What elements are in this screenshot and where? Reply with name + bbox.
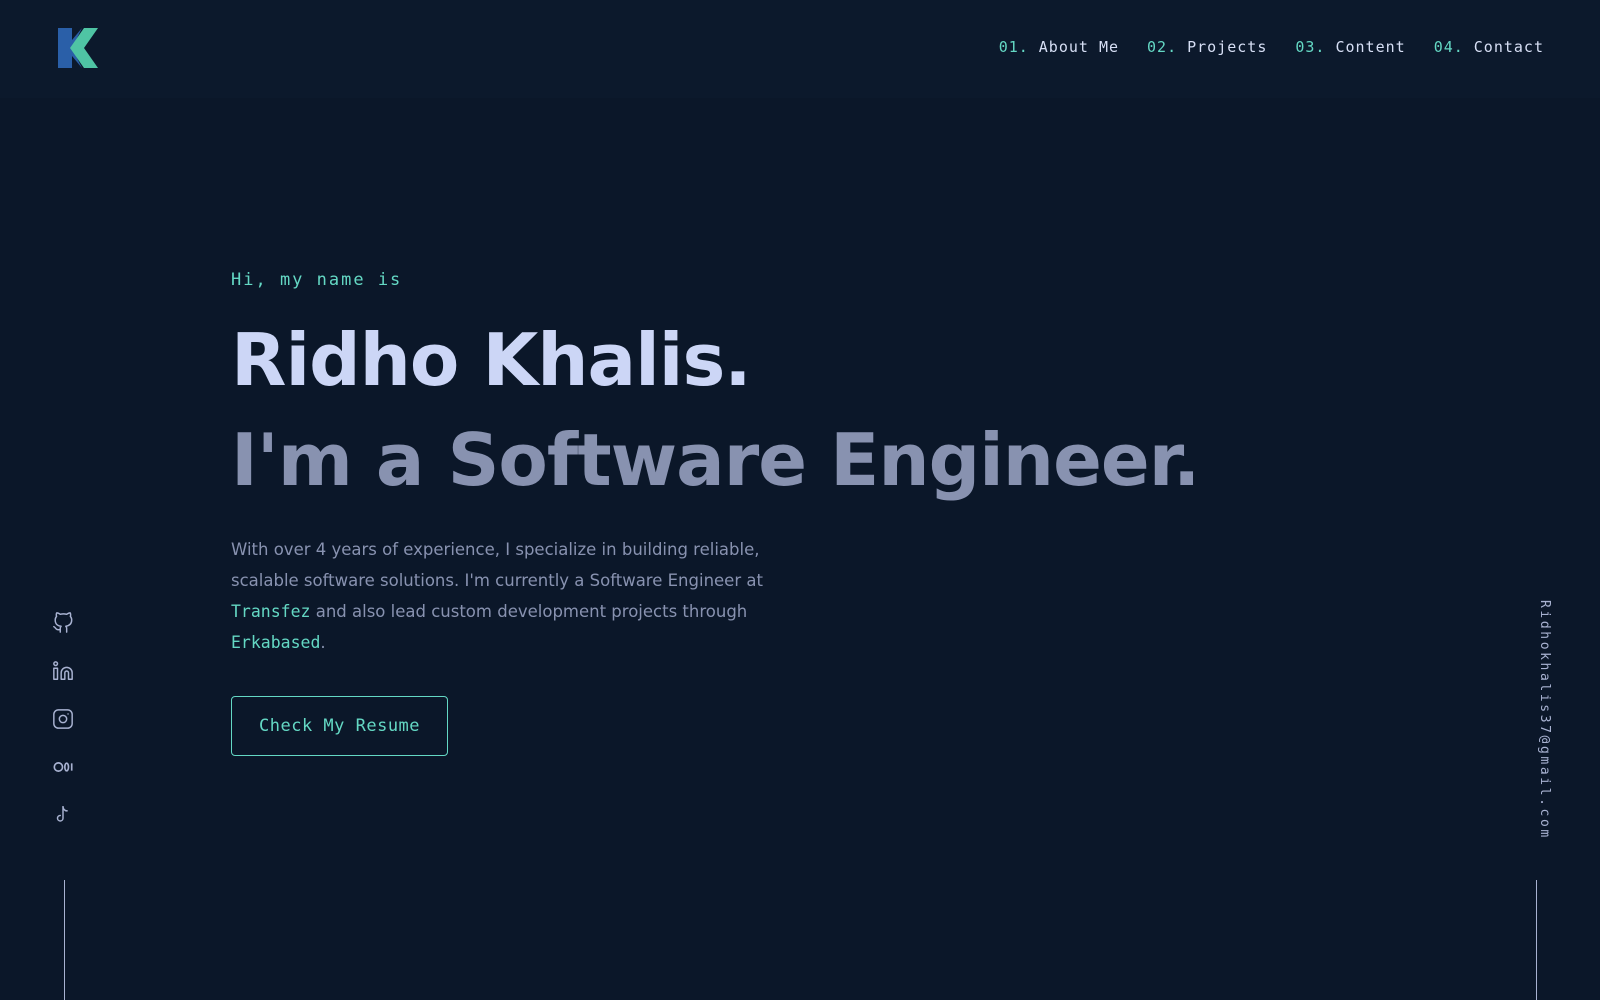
nav-label: Projects [1187,38,1268,56]
nav-label: About Me [1038,38,1120,56]
medium-icon[interactable] [52,756,74,778]
description-text: . [320,633,326,652]
greeting-text: Hi, my name is [231,270,403,290]
header: 01. About Me 02. Projects 03. Content 04. Co… [0,0,1600,98]
github-icon[interactable] [52,612,74,634]
nav-number: 02. [1147,38,1178,56]
nav-content[interactable]: 03. Content [1295,38,1405,56]
nav-about-me[interactable]: 01. About Me [999,38,1119,56]
resume-button[interactable]: Check My Resume [231,696,449,756]
main-nav: 01. About Me 02. Projects 03. Content 04. Co… [999,38,1544,56]
k-logo-icon[interactable] [56,28,100,68]
description-text: With over 4 years of experience, I speci… [231,540,763,590]
company-link-erkabased[interactable]: Erkabased [231,633,320,652]
page: 01. About Me 02. Projects 03. Content 04. Co… [0,0,1600,1000]
hero-name: Ridho Khalis. [231,318,752,402]
email-link[interactable]: Ridhokhalis37@gmail.com [1537,600,1552,840]
nav-number: 03. [1295,38,1326,56]
right-vertical-line [1536,880,1537,1000]
hero-role: I'm a Software Engineer. [231,418,1200,502]
left-vertical-line [64,880,65,1000]
nav-number: 04. [1433,38,1464,56]
nav-label: Content [1335,38,1406,56]
nav-contact[interactable]: 04. Contact [1434,38,1544,56]
nav-projects[interactable]: 02. Projects [1147,38,1267,56]
tiktok-icon[interactable] [52,804,74,826]
description-text: and also lead custom development project… [310,602,748,621]
social-links [52,612,74,826]
hero-description: With over 4 years of experience, I speci… [231,534,801,658]
nav-number: 01. [998,38,1029,56]
hero-section: Hi, my name is Ridho Khalis. I'm a Softw… [231,270,1331,756]
nav-label: Contact [1473,38,1544,56]
linkedin-icon[interactable] [52,660,74,682]
instagram-icon[interactable] [52,708,74,730]
company-link-transfez[interactable]: Transfez [231,602,310,621]
